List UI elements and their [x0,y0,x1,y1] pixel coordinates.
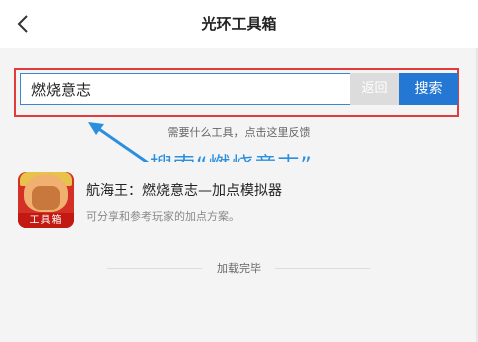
app-icon-badge: 工具箱 [18,213,74,228]
feedback-hint-link[interactable]: 需要什么工具，点击这里反馈 [0,124,478,140]
divider-right [275,268,370,269]
header-bar: 光环工具箱 [0,0,478,48]
result-description: 可分享和参考玩家的加点方案。 [86,210,240,223]
list-item[interactable]: 工具箱 航海王：燃烧意志—加点模拟器 可分享和参考玩家的加点方案。 [0,162,478,238]
page-title: 光环工具箱 [201,15,277,33]
load-complete-footer: 加载完毕 [0,258,478,278]
result-title: 航海王：燃烧意志—加点模拟器 [86,183,282,199]
app-icon-fist [32,186,60,210]
app-icon: 工具箱 [18,172,74,228]
return-button[interactable]: 返回 [350,73,399,105]
search-input[interactable] [20,73,350,105]
search-button[interactable]: 搜索 [399,73,458,105]
load-complete-text: 加载完毕 [217,262,261,275]
